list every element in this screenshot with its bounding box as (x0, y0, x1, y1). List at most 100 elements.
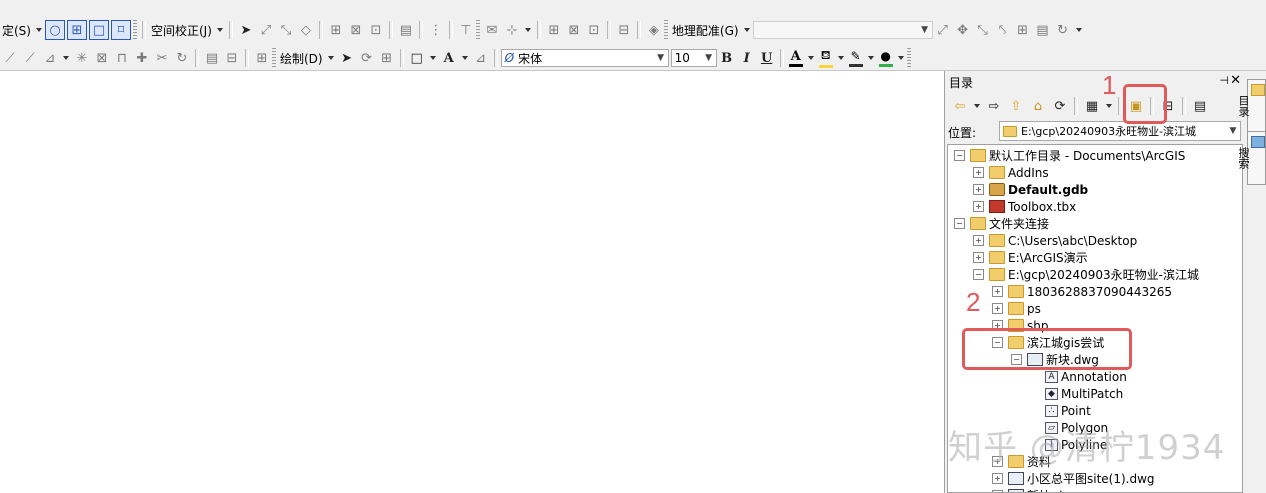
editor-cut-icon[interactable]: ✂ (152, 48, 172, 68)
chevron-down-icon[interactable] (524, 28, 531, 32)
expand-icon[interactable]: + (992, 286, 1003, 297)
editor-vertex-icon[interactable]: ✳ (72, 48, 92, 68)
font-size-combo[interactable]: 10 ▼ (670, 49, 717, 67)
catalog-side-tab[interactable]: 目录 (1237, 79, 1266, 133)
italic-button[interactable]: I (737, 48, 757, 68)
tree-node[interactable]: + AddIns (973, 164, 1049, 181)
editor-attributes-icon[interactable]: ▤ (202, 48, 222, 68)
attribute-icon[interactable]: ▤ (396, 20, 416, 40)
pin-icon[interactable]: ⊣ (1219, 74, 1229, 87)
map-canvas[interactable] (0, 71, 944, 493)
align-tool-icon[interactable]: ⊞ (544, 20, 564, 40)
font-color-button[interactable]: A (787, 50, 805, 67)
editor-sketch-icon[interactable]: ⊟ (222, 48, 242, 68)
add-control-points-icon[interactable]: ⤢ (933, 20, 953, 40)
view-links-icon[interactable]: ⊠ (346, 20, 366, 40)
editor-shape-icon[interactable]: ⊿ (40, 48, 60, 68)
tree-node[interactable]: +新块.dwg (992, 487, 1080, 492)
view-options-icon[interactable]: ▦ (1081, 96, 1103, 116)
text-tool-icon[interactable]: A (439, 48, 459, 68)
new-link-icon[interactable]: ⤢ (256, 20, 276, 40)
tree-node[interactable]: + C:\Users\abc\Desktop (973, 232, 1137, 249)
chevron-down-icon[interactable] (63, 56, 69, 60)
select-polygon-icon[interactable]: ⌑ (110, 20, 131, 40)
rubbersheet-icon[interactable]: ⊡ (366, 20, 386, 40)
spatial-adjust-menu[interactable]: 空间校正(J) (149, 22, 214, 39)
toolbar-grip[interactable] (272, 48, 276, 68)
draw-menu[interactable]: 绘制(D) (278, 50, 325, 67)
link-table-icon[interactable]: ▤ (1033, 20, 1053, 40)
select-rect-icon[interactable]: □ (88, 20, 109, 40)
chevron-down-icon[interactable] (327, 56, 334, 60)
chevron-down-icon[interactable] (35, 28, 42, 32)
marker-color-button[interactable]: ● (877, 49, 895, 67)
editor-split-icon[interactable]: ⊠ (92, 48, 112, 68)
georef-layer-combo[interactable]: ▼ (752, 21, 933, 39)
chevron-down-icon[interactable] (461, 56, 468, 60)
edge-match-icon[interactable]: ⋮ (426, 20, 446, 40)
toolbar-grip[interactable] (906, 48, 911, 68)
refresh-icon[interactable]: ⟳ (1049, 96, 1071, 116)
select-circle-icon[interactable]: ○ (44, 20, 65, 40)
fit-display-icon[interactable]: ◈ (644, 20, 664, 40)
tree-node[interactable]: + 小区总平图site(1).dwg (992, 470, 1155, 487)
zoom-whole-page-icon[interactable]: ⊞ (377, 48, 397, 68)
location-combo[interactable]: E:\gcp\20240903永旺物业-滨江城 ▼ (999, 121, 1241, 141)
up-one-level-icon[interactable]: ⇧ (1005, 96, 1027, 116)
chevron-down-icon[interactable] (1106, 104, 1112, 108)
editor-line-icon[interactable]: ⟋ (0, 48, 20, 68)
tree-node[interactable]: + Default.gdb (973, 181, 1088, 198)
expand-icon[interactable]: + (973, 252, 984, 263)
tree-node[interactable]: − 默认工作目录 - Documents\ArcGIS (954, 147, 1185, 164)
editor-move-icon[interactable]: ✚ (132, 48, 152, 68)
collapse-icon[interactable]: − (973, 269, 984, 280)
select-elements-icon[interactable]: ➤ (236, 20, 256, 40)
search-side-tab[interactable]: 搜索 (1237, 131, 1266, 185)
underline-button[interactable]: U (757, 48, 777, 68)
chevron-down-icon[interactable] (1075, 28, 1082, 32)
tree-node[interactable]: + ps (992, 300, 1041, 317)
toolbar-grip[interactable] (475, 20, 480, 40)
expand-icon[interactable]: + (992, 303, 1003, 314)
line-color-button[interactable]: ✎ (847, 49, 865, 67)
tree-node[interactable]: − 文件夹连接 (954, 215, 1049, 232)
home-icon[interactable]: ⌂ (1027, 96, 1049, 116)
chevron-down-icon[interactable] (429, 56, 436, 60)
georeference-menu[interactable]: 地理配准(G) (670, 22, 741, 39)
modify-link-icon[interactable]: ⤡ (276, 20, 296, 40)
tree-node[interactable]: ∴ Point (1030, 402, 1091, 419)
editor-table-icon[interactable]: ⊞ (252, 48, 272, 68)
viewer-icon[interactable]: ⊞ (1013, 20, 1033, 40)
chevron-down-icon[interactable] (743, 28, 750, 32)
envelope-icon[interactable]: ✉ (482, 20, 502, 40)
font-name-combo[interactable]: Ø 宋体 ▼ (500, 49, 669, 67)
select-elements-icon[interactable]: ➤ (337, 48, 357, 68)
expand-icon[interactable]: + (992, 473, 1003, 484)
editor-rotate-icon[interactable]: ↻ (172, 48, 192, 68)
rectangle-icon[interactable]: □ (407, 48, 427, 68)
chevron-down-icon[interactable]: ▼ (918, 25, 932, 35)
collapse-icon[interactable]: − (954, 150, 965, 161)
scale-tool-icon[interactable]: ⊟ (614, 20, 634, 40)
tree-node[interactable]: ◆ MultiPatch (1030, 385, 1123, 402)
georef-tool-icon[interactable]: ⊹ (502, 20, 522, 40)
link-table-icon[interactable]: ⊞ (326, 20, 346, 40)
editor-trace-icon[interactable]: ⟋ (20, 48, 40, 68)
tree-node[interactable]: A Annotation (1030, 368, 1127, 385)
auto-registration-icon[interactable]: ⤣ (993, 20, 1013, 40)
options-icon[interactable]: ▤ (1189, 96, 1211, 116)
fill-color-button[interactable]: ⛾ (817, 48, 835, 68)
chevron-down-icon[interactable] (867, 56, 874, 60)
selection-menu[interactable]: 定(S) (0, 22, 33, 39)
toolbar-grip[interactable] (663, 20, 668, 40)
chevron-down-icon[interactable] (974, 104, 980, 108)
editor-reshape-icon[interactable]: ⊓ (112, 48, 132, 68)
forward-arrow-icon[interactable]: ⇨ (983, 96, 1005, 116)
chevron-down-icon[interactable]: ▼ (702, 53, 716, 63)
toolbar-grip[interactable] (132, 20, 137, 40)
chevron-down-icon[interactable] (837, 56, 844, 60)
rotate-tool-icon[interactable]: ⊡ (584, 20, 604, 40)
bold-button[interactable]: B (717, 48, 737, 68)
tree-node[interactable]: +1803628837090443265 (992, 283, 1172, 300)
chevron-down-icon[interactable] (897, 56, 904, 60)
